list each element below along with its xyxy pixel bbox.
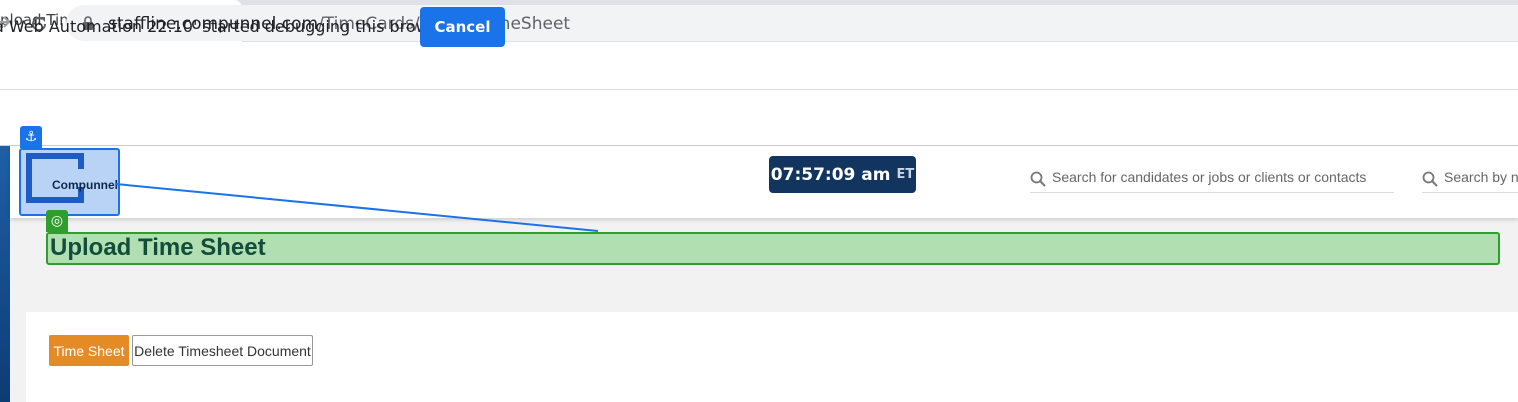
cancel-button[interactable]: Cancel — [420, 7, 505, 47]
tab-delete-timesheet-document[interactable]: Delete Timesheet Document — [132, 335, 313, 366]
infobar-message: a Web Automation 22.10' started debuggin… — [0, 17, 454, 36]
clock-zone: ET — [896, 167, 915, 182]
secondary-search-input[interactable]: Search by n — [1422, 165, 1518, 193]
clock-widget: 07:57:09 am ET — [769, 156, 916, 193]
left-nav-strip[interactable] — [0, 146, 10, 402]
tab-time-sheet[interactable]: Time Sheet — [49, 335, 129, 366]
clock-time: 07:57:09 am — [770, 164, 891, 185]
search-icon — [1422, 171, 1438, 187]
debug-infobar — [0, 90, 1518, 146]
logo-text: Compunnel — [52, 178, 118, 192]
search-placeholder: Search by n — [1444, 169, 1518, 185]
anchor-icon: ⚓ — [20, 126, 42, 148]
search-icon — [1030, 171, 1046, 187]
search-placeholder: Search for candidates or jobs or clients… — [1052, 169, 1367, 185]
browser-toolbar — [0, 42, 1518, 90]
target-icon: ◎ — [46, 210, 68, 232]
global-search-input[interactable]: Search for candidates or jobs or clients… — [1030, 165, 1394, 193]
page-title: Upload Time Sheet — [50, 234, 266, 261]
